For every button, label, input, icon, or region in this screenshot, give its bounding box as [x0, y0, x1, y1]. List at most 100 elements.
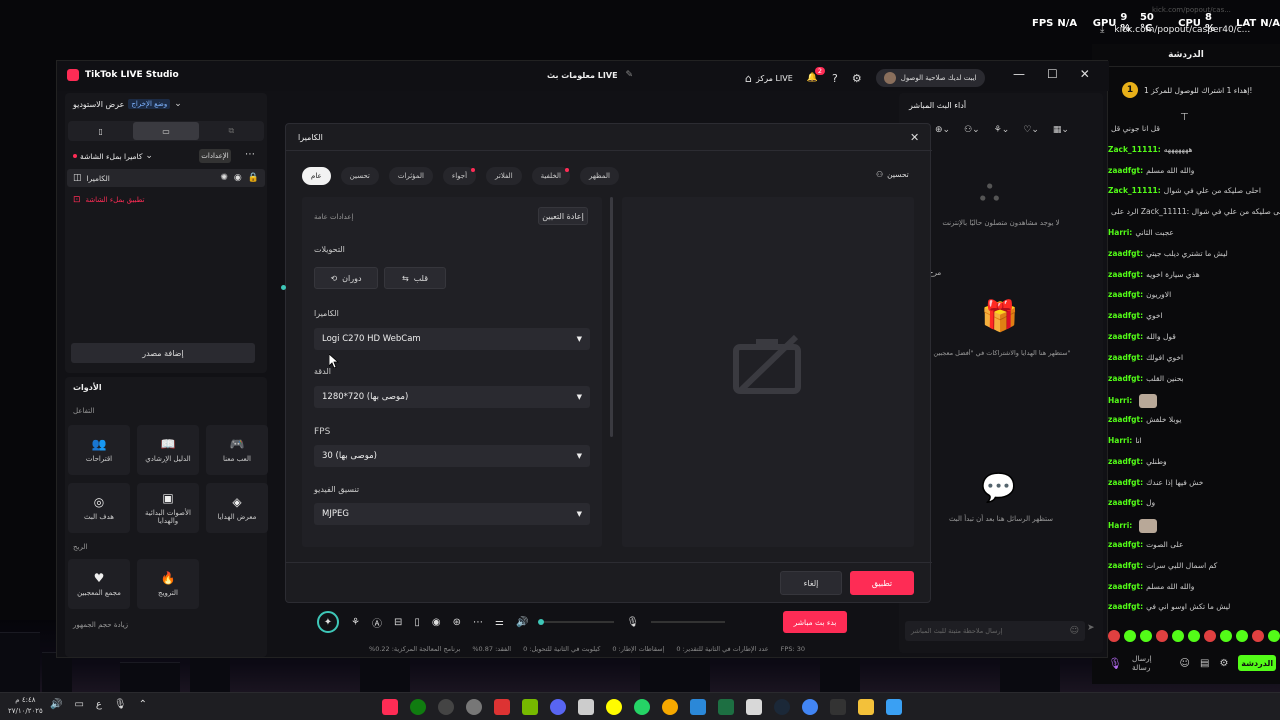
chat-username[interactable]: Zack_11111:: [1108, 145, 1161, 154]
obs-icon[interactable]: [438, 699, 454, 715]
maximize-icon[interactable]: ☐: [1047, 67, 1058, 81]
gift-icon[interactable]: ▦⌄: [1053, 125, 1069, 135]
emote-icon[interactable]: [1268, 630, 1280, 642]
gear-icon[interactable]: ⚙: [1219, 658, 1228, 669]
snapchat-icon[interactable]: [606, 699, 622, 715]
search-app-icon[interactable]: [662, 699, 678, 715]
chat-username[interactable]: zaadfgt:: [1108, 582, 1143, 591]
chat-username[interactable]: zaadfgt:: [1108, 457, 1143, 466]
chat-message[interactable]: zaadfgt: والله الله مسلم: [1108, 582, 1194, 591]
emote-icon[interactable]: [1252, 630, 1264, 642]
add-source-button[interactable]: إضافة مصدر: [71, 343, 255, 363]
chat-message[interactable]: zaadfgt: اخوي: [1108, 311, 1163, 320]
tab-2[interactable]: المؤثرات: [388, 167, 433, 185]
files-icon[interactable]: [746, 699, 762, 715]
help-icon[interactable]: ?: [832, 72, 838, 85]
emote-icon[interactable]: [1204, 630, 1216, 642]
chat-message[interactable]: الرد على Zack_11111: احلى صليكه من علي ف…: [1108, 207, 1280, 216]
ai-icon[interactable]: Ⓐ: [372, 615, 382, 630]
format-select[interactable]: MJPEG ▼: [314, 503, 590, 525]
file-explorer-icon[interactable]: [858, 699, 874, 715]
chat-username[interactable]: zaadfgt:: [1108, 602, 1143, 611]
chat-message[interactable]: zaadfgt: والله الله مسلم: [1108, 166, 1194, 175]
chat-message[interactable]: Harri: عجبت الثاني: [1108, 228, 1174, 237]
landscape-icon[interactable]: ▭: [133, 122, 199, 140]
speaker-icon[interactable]: 🔊: [516, 617, 528, 628]
go-live-button[interactable]: بدء بث مباشر: [783, 611, 847, 633]
nvidia-icon[interactable]: [522, 699, 538, 715]
chevron-up-icon[interactable]: ⌃: [139, 699, 147, 710]
tool-interact-5[interactable]: ◈ معرض الهدايا: [206, 483, 268, 533]
tab-6[interactable]: المظهر: [579, 167, 619, 185]
emoji-icon[interactable]: ☺: [1070, 626, 1079, 636]
chat-username[interactable]: zaadfgt:: [1108, 374, 1143, 383]
fps-select[interactable]: 30 (موصى بها) ▼: [314, 445, 590, 467]
chat-message[interactable]: zaadfgt: وطنلي: [1108, 457, 1167, 466]
chat-message[interactable]: zaadfgt: هذي سيارة اخويه: [1108, 270, 1200, 279]
chat-send-button[interactable]: الدردشة: [1238, 655, 1276, 671]
tool-interact-4[interactable]: ▣ الأصوات البدائية والهدايا: [137, 483, 199, 533]
flip-button[interactable]: ⇆ قلب: [384, 267, 446, 289]
tiktok-app-icon[interactable]: [382, 699, 398, 715]
magic-wand-icon[interactable]: ✦: [317, 611, 339, 633]
rotate-button[interactable]: ⟲ دوران: [314, 267, 378, 289]
browser-url-bar[interactable]: ⤓ kick.com/popout/casper40/c...: [1100, 24, 1278, 35]
source-camera[interactable]: ◫ الكاميرا ✺ ◉ 🔒: [67, 169, 265, 187]
tool-interact-1[interactable]: 📖 الدليل الإرشادي: [137, 425, 199, 475]
settings-icon[interactable]: ✺: [220, 173, 228, 183]
phone-icon[interactable]: ▯: [414, 617, 420, 628]
chat-username[interactable]: zaadfgt:: [1108, 270, 1143, 279]
dual-layout-icon[interactable]: ⧉: [199, 122, 264, 140]
emote-icon[interactable]: [1140, 630, 1152, 642]
chat-message[interactable]: Harri:: [1108, 519, 1158, 534]
edit-icon[interactable]: ✎: [626, 70, 634, 80]
chat-username[interactable]: Harri:: [1108, 521, 1132, 530]
tool-profit-0[interactable]: ♥ مجمع المعجبين: [68, 559, 130, 609]
chat-message[interactable]: zaadfgt: ليش ما تكش اوسو اني في: [1108, 602, 1230, 611]
close-icon[interactable]: ✕: [1080, 67, 1090, 81]
chrome-icon[interactable]: [802, 699, 818, 715]
mic-volume-slider[interactable]: [651, 621, 726, 623]
target-icon[interactable]: ⊛: [453, 617, 461, 628]
tab-5[interactable]: الخلفية: [531, 167, 570, 185]
gear-icon[interactable]: ⚙: [852, 72, 862, 85]
chat-message[interactable]: zaadfgt: قول والله: [1108, 332, 1176, 341]
settings-scrollbar[interactable]: [610, 197, 613, 437]
send-icon[interactable]: ➤: [1087, 623, 1095, 633]
clock[interactable]: ٤:٤٨ م ٢٧/١٠/٢٠٢٥: [8, 695, 43, 717]
tab-0[interactable]: عام: [302, 167, 331, 185]
emoji-icon[interactable]: ☺: [1180, 658, 1190, 669]
resolution-select[interactable]: 1280*720 (موصى بها) ▼: [314, 386, 590, 408]
chat-username[interactable]: zaadfgt:: [1108, 478, 1143, 487]
chat-username[interactable]: zaadfgt:: [1108, 561, 1143, 570]
stats-icon[interactable]: ⊕⌄: [935, 125, 950, 135]
cancel-button[interactable]: إلغاء: [780, 571, 842, 595]
tab-3[interactable]: أجواء: [442, 167, 477, 185]
settings-app-icon[interactable]: [466, 699, 482, 715]
download-icon[interactable]: ⤓: [1100, 24, 1104, 35]
screen-icon[interactable]: ⊟: [394, 617, 402, 628]
chat-username[interactable]: zaadfgt:: [1108, 332, 1143, 341]
chat-message[interactable]: zaadfgt: ول: [1108, 498, 1155, 507]
emote-icon[interactable]: [1124, 630, 1136, 642]
share-icon[interactable]: ⚘⌄: [994, 125, 1010, 135]
heart-icon[interactable]: ♡⌄: [1023, 125, 1039, 135]
chat-message[interactable]: zaadfgt: اخوي افولك: [1108, 353, 1183, 362]
store-icon[interactable]: [690, 699, 706, 715]
reset-button[interactable]: إعادة التعيين: [538, 207, 588, 225]
mixer-icon[interactable]: ⚌: [495, 617, 504, 628]
tool-interact-0[interactable]: 👥 اقتراحات: [68, 425, 130, 475]
studio-mode[interactable]: عرض الاستوديو وضع الإخراج ⌄: [73, 99, 182, 109]
tab-1[interactable]: تحسين: [340, 167, 379, 185]
chat-username[interactable]: zaadfgt:: [1108, 353, 1143, 362]
chat-username[interactable]: zaadfgt:: [1108, 311, 1143, 320]
chat-message[interactable]: zaadfgt: بحنين القلب: [1108, 374, 1184, 383]
chat-message[interactable]: zaadfgt: يوبلا خلفش: [1108, 415, 1181, 424]
scene-selector[interactable]: كاميرا بملء الشاشة ⌄: [73, 151, 153, 161]
chat-message[interactable]: zaadfgt: ليش ما تشتري ديلب جيتي: [1108, 249, 1228, 258]
bell-icon[interactable]: 🔔 2: [807, 67, 826, 83]
emote-icon[interactable]: [1156, 630, 1168, 642]
tool-interact-2[interactable]: 🎮 العب معنا: [206, 425, 268, 475]
chat-username[interactable]: Harri:: [1108, 228, 1132, 237]
apply-button[interactable]: تطبيق: [850, 571, 914, 595]
